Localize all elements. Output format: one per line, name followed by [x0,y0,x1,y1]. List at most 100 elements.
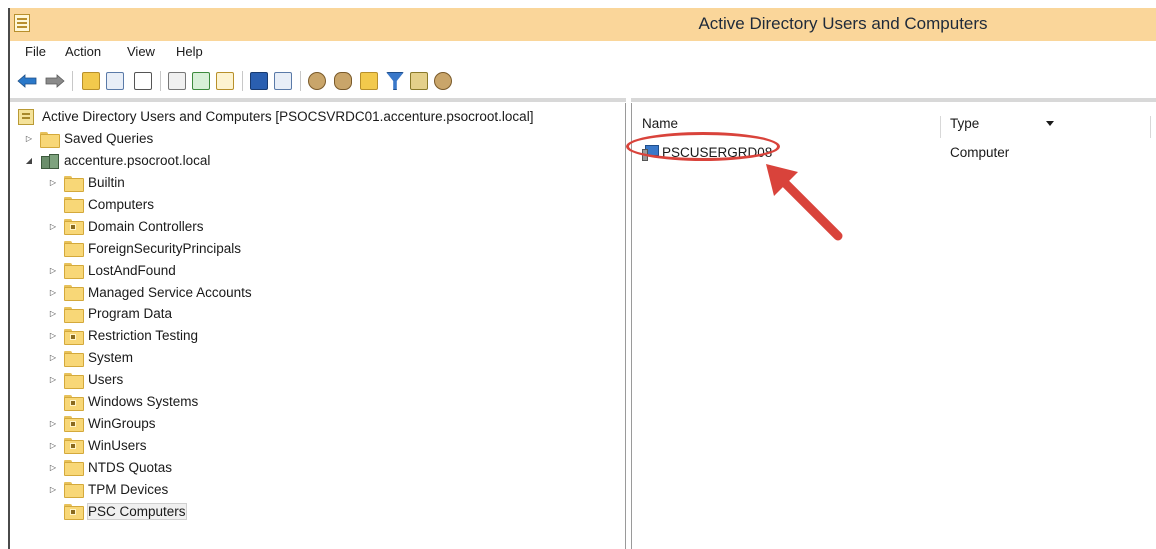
expand-icon[interactable]: ▷ [48,418,58,428]
column-divider[interactable] [1150,116,1151,138]
tree-root[interactable]: Active Directory Users and Computers [PS… [18,106,533,127]
window-title: Active Directory Users and Computers [698,14,988,33]
expand-icon[interactable]: ▷ [48,331,58,341]
tree-item-label: Builtin [88,175,125,190]
forward-arrow-icon[interactable] [44,73,66,89]
ou-folder-icon [64,219,84,236]
tree-item-label: ForeignSecurityPrincipals [88,240,242,256]
domain-icon [40,153,59,169]
create-ou-icon[interactable] [360,72,378,90]
folder-icon [64,175,84,192]
filter-icon[interactable] [386,72,404,90]
up-level-icon[interactable] [82,72,100,90]
help-icon[interactable] [250,72,268,90]
menu-action[interactable]: Action [62,43,104,60]
folder-icon [64,306,84,323]
list-item-type: Computer [950,142,1009,162]
tree-item[interactable]: Windows Systems [48,391,198,412]
show-hide-console-tree-icon[interactable] [106,72,124,90]
tree-item[interactable]: ▷ TPM Devices [48,479,168,500]
tree-item[interactable]: ▷ Builtin [48,172,125,193]
folder-icon [64,285,84,301]
tree-item[interactable]: ▷ System [48,347,133,368]
toolbar-separator [72,71,73,91]
tree-item[interactable]: PSC Computers [48,501,187,522]
folder-icon [64,197,84,214]
folder-icon [40,131,60,148]
column-header-type[interactable]: Type [950,116,979,138]
folder-icon [64,263,84,280]
export-icon[interactable] [216,72,234,90]
back-arrow-icon[interactable] [16,73,38,89]
expand-icon[interactable]: ▷ [48,221,58,231]
toolbar-separator [242,71,243,91]
properties-clipboard-icon[interactable] [134,72,152,90]
tree-item-label: WinUsers [88,437,147,453]
tree-item[interactable]: ▷ LostAndFound [48,260,176,281]
expand-icon[interactable]: ▷ [48,178,58,188]
tree-item[interactable]: ▷ WinUsers [48,435,147,456]
tree-item[interactable]: ▷ WinGroups [48,413,156,434]
create-group-icon[interactable] [334,72,352,90]
expand-icon[interactable]: ▷ [48,287,58,297]
tree-item[interactable]: ▷ Restriction Testing [48,325,198,346]
tree-item[interactable]: ▷ NTDS Quotas [48,457,172,478]
tree-item-label: Computers [88,196,155,212]
expand-icon[interactable]: ▷ [48,265,58,275]
tree-item-label: accenture.psocroot.local [64,153,211,168]
column-header-name[interactable]: Name [642,116,678,138]
refresh-icon[interactable] [192,72,210,90]
pane-divider-line [631,98,1156,102]
list-item[interactable]: PSCUSERGRD08 [642,142,772,162]
console-tree: Active Directory Users and Computers [PS… [10,103,626,549]
expand-icon[interactable]: ▷ [48,375,58,385]
aduc-icon [18,108,34,125]
menu-file[interactable]: File [22,43,49,60]
collapse-icon[interactable]: ◢ [24,156,34,166]
tree-item-label: Program Data [88,306,173,322]
column-divider[interactable] [940,116,941,138]
tree-item[interactable]: ▷ Managed Service Accounts [48,282,252,303]
expand-icon[interactable]: ▷ [24,134,34,144]
expand-icon[interactable]: ▷ [48,440,58,450]
list-item-name: PSCUSERGRD08 [662,144,773,160]
aduc-window: Active Directory Users and Computers Fil… [8,8,1156,549]
expand-icon[interactable]: ▷ [48,484,58,494]
tree-item[interactable]: Computers [48,194,154,215]
tree-item[interactable]: ▷ Program Data [48,303,172,324]
menu-view[interactable]: View [124,43,158,60]
tree-item-label: TPM Devices [88,481,169,497]
tree-item-domain[interactable]: ◢ accenture.psocroot.local [24,150,210,171]
expand-icon[interactable]: ▷ [48,309,58,319]
create-user-icon[interactable] [308,72,326,90]
tree-root-label: Active Directory Users and Computers [PS… [42,109,534,124]
expand-icon[interactable]: ▷ [48,462,58,472]
tree-item-label: PSC Computers [87,502,187,520]
tree-item-label: Saved Queries [64,131,154,146]
title-bar: Active Directory Users and Computers [10,8,1156,41]
ou-folder-icon [64,394,84,411]
toolbar [10,65,1156,95]
tree-item-label: Managed Service Accounts [88,284,252,300]
tree-item[interactable]: ▷ Domain Controllers [48,216,204,237]
expand-icon[interactable]: ▷ [48,353,58,363]
ou-folder-icon [64,438,84,455]
tree-item[interactable]: ▷ Users [48,369,123,390]
export-list-icon[interactable] [168,72,186,90]
tree-item[interactable]: ForeignSecurityPrincipals [48,238,241,259]
tree-item-label: Restriction Testing [88,328,199,344]
menu-bar: File Action View Help [10,41,1156,63]
folder-icon [64,482,84,499]
computer-icon [642,145,659,161]
folder-icon [64,241,84,258]
tree-item-label: WinGroups [88,415,156,431]
menu-help[interactable]: Help [173,43,206,60]
show-hide-action-pane-icon[interactable] [274,72,292,90]
tree-item-saved-queries[interactable]: ▷ Saved Queries [24,128,153,149]
add-to-group-icon[interactable] [410,72,428,90]
pane-divider-line [10,98,626,102]
find-icon[interactable] [434,72,452,90]
